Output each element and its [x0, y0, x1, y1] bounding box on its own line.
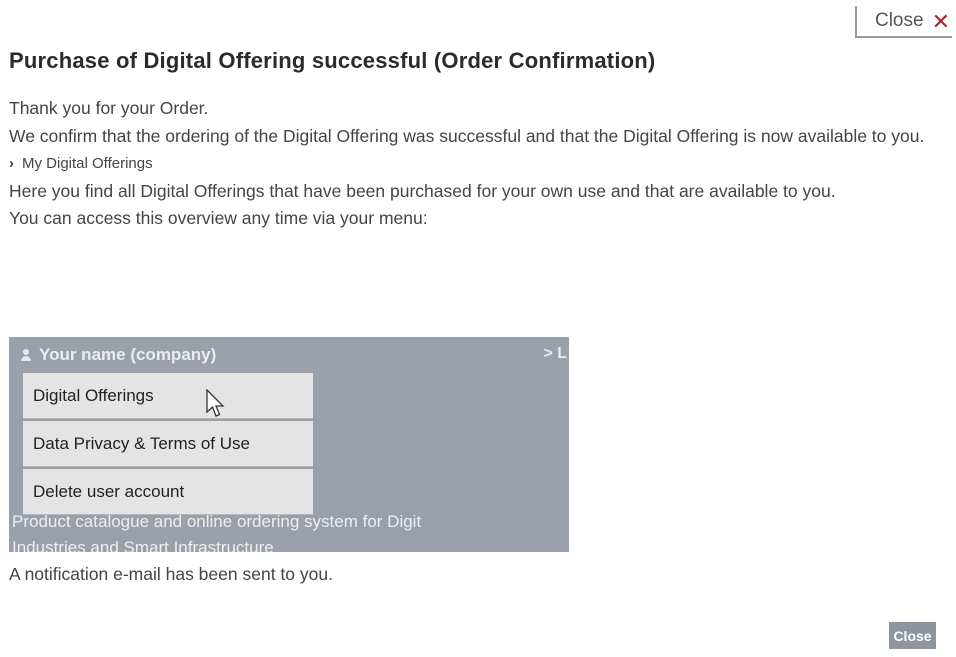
menu-item-digital-offerings: Digital Offerings: [23, 373, 313, 418]
mouse-pointer-icon: [206, 389, 225, 417]
user-icon: [21, 349, 31, 361]
menu-preview-image: Your name (company) > L Digital Offering…: [9, 337, 569, 552]
chevron-right-icon: ›: [9, 155, 14, 172]
thank-you-text: Thank you for your Order.: [9, 98, 209, 118]
menu-item-data-privacy: Data Privacy & Terms of Use: [23, 421, 313, 466]
dialog-body: Thank you for your Order. We confirm tha…: [9, 95, 939, 233]
top-close-label: Close: [874, 10, 924, 31]
menu-dropdown: Digital Offerings Data Privacy & Terms o…: [23, 373, 313, 517]
bottom-close-button[interactable]: Close: [889, 622, 936, 649]
my-digital-offerings-label: My Digital Offerings: [22, 155, 153, 172]
dialog-title: Purchase of Digital Offering successful …: [9, 48, 656, 73]
menu-preview-footer: Product catalogue and online ordering sy…: [12, 509, 569, 552]
footer-line-1: Product catalogue and online ordering sy…: [12, 512, 422, 531]
order-confirmation-dialog: Close ✕ Purchase of Digital Offering suc…: [0, 0, 956, 657]
menu-right-label: > L: [543, 345, 567, 362]
menu-user-header: Your name (company): [21, 345, 216, 365]
my-digital-offerings-link[interactable]: › My Digital Offerings: [9, 150, 939, 178]
confirmation-text: We confirm that the ordering of the Digi…: [9, 125, 925, 146]
find-offerings-text: Here you find all Digital Offerings that…: [9, 180, 836, 201]
menu-item-delete-account: Delete user account: [23, 469, 313, 514]
access-overview-text: You can access this overview any time vi…: [9, 208, 428, 228]
top-close-button[interactable]: Close ✕: [854, 6, 952, 38]
footer-line-2: Industries and Smart Infrastructure: [12, 538, 274, 552]
close-icon: ✕: [931, 9, 950, 34]
notification-text: A notification e-mail has been sent to y…: [9, 564, 333, 584]
menu-user-label: Your name (company): [39, 345, 217, 364]
